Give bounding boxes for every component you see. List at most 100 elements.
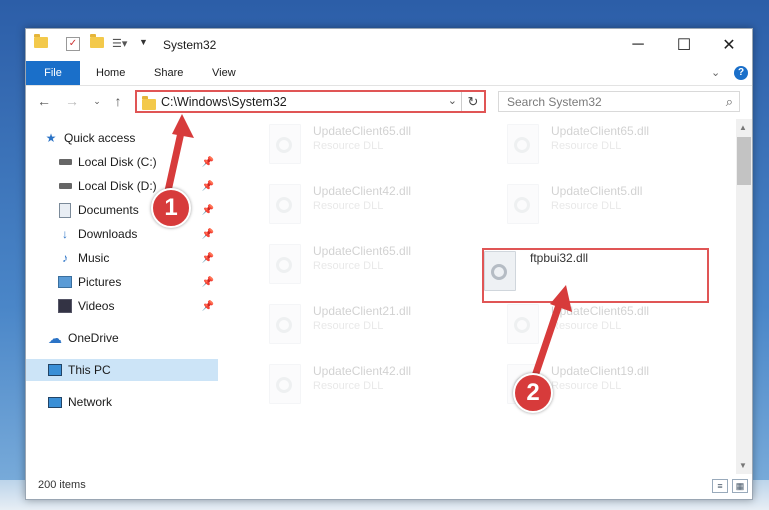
scroll-down-icon[interactable]: ▼	[739, 461, 747, 470]
documents-icon	[58, 202, 72, 218]
sidebar-item-label: Network	[68, 395, 113, 409]
status-bar: 200 items ≡ ▦	[26, 474, 752, 499]
dll-file-icon	[269, 364, 301, 404]
sidebar-item-label: Quick access	[64, 131, 136, 145]
tab-share[interactable]: Share	[144, 61, 193, 85]
folder-icon	[34, 34, 48, 48]
pin-icon: 📌	[201, 204, 214, 216]
file-name: UpdateClient65.dll	[313, 124, 412, 138]
dll-file-icon	[269, 244, 301, 284]
sidebar-item-local-disk-c[interactable]: Local Disk (C:) 📌	[58, 151, 218, 173]
details-view-icon[interactable]: ≡	[712, 479, 728, 493]
navigation-bar: ← → ⌄ ↑ C:\Windows\System32 ⌄ ↻ Search S…	[26, 86, 752, 118]
file-item[interactable]: UpdateClient5.dll Resource DLL	[479, 179, 679, 229]
large-icons-view-icon[interactable]: ▦	[732, 479, 748, 493]
computer-icon	[48, 363, 62, 377]
file-type: Resource DLL	[313, 200, 384, 212]
file-name: UpdateClient42.dll	[313, 184, 412, 198]
star-icon: ★	[45, 131, 57, 145]
scrollbar-thumb[interactable]	[737, 137, 751, 185]
sidebar-item-label: Music	[78, 251, 110, 265]
file-item[interactable]: UpdateClient21.dll Resource DLL	[241, 299, 441, 349]
drive-icon	[58, 155, 72, 169]
sidebar-item-local-disk-d[interactable]: Local Disk (D:) 📌	[58, 175, 218, 197]
pin-icon: 📌	[201, 252, 214, 264]
tab-file[interactable]: File	[26, 61, 80, 85]
file-name: UpdateClient65.dll	[551, 304, 650, 318]
address-bar[interactable]: C:\Windows\System32 ⌄ ↻	[135, 90, 486, 113]
close-button[interactable]: ✕	[706, 29, 752, 61]
sidebar-item-videos[interactable]: Videos 📌	[58, 295, 218, 317]
file-item[interactable]: UpdateClient19.dll Resource DLL	[479, 359, 679, 409]
sidebar-item-onedrive[interactable]: ☁ OneDrive	[48, 327, 218, 349]
customize-toolbar-icon[interactable]: ☰▾	[112, 37, 127, 50]
refresh-icon[interactable]: ↻	[461, 92, 484, 111]
file-type: Resource DLL	[551, 320, 622, 332]
chevron-down-icon[interactable]: ⌄	[448, 94, 457, 107]
pictures-icon	[58, 275, 72, 289]
sidebar-item-label: OneDrive	[68, 331, 119, 345]
sidebar-item-pictures[interactable]: Pictures 📌	[58, 271, 218, 293]
network-icon	[48, 395, 62, 409]
file-item[interactable]: UpdateClient65.dll Resource DLL	[241, 239, 441, 289]
file-name: UpdateClient21.dll	[313, 304, 412, 318]
recent-locations-icon[interactable]: ⌄	[89, 93, 105, 109]
dll-file-icon	[507, 124, 539, 164]
file-type: Resource DLL	[551, 200, 622, 212]
sidebar-item-network[interactable]: Network	[48, 391, 218, 413]
file-name: UpdateClient65.dll	[313, 244, 412, 258]
minimize-button[interactable]: ─	[615, 29, 661, 61]
file-item[interactable]: UpdateClient42.dll Resource DLL	[241, 359, 441, 409]
properties-icon[interactable]: ✓	[66, 37, 80, 51]
search-input[interactable]: Search System32	[507, 95, 602, 109]
dropdown-arrow-icon[interactable]: ▼	[139, 37, 148, 47]
sidebar-item-label: Pictures	[78, 275, 122, 289]
pin-icon: 📌	[201, 156, 214, 168]
pin-icon: 📌	[201, 276, 214, 288]
dll-file-icon	[507, 184, 539, 224]
pin-icon: 📌	[201, 300, 214, 312]
explorer-window: ✓ ☰▾ ▼ System32 ─ ☐ ✕ File Home Share Vi…	[25, 28, 753, 500]
sidebar-item-label: Local Disk (C:)	[78, 155, 157, 169]
sidebar-item-quick-access[interactable]: ★ Quick access	[44, 127, 236, 149]
cloud-icon: ☁	[48, 329, 62, 346]
file-item[interactable]: UpdateClient42.dll Resource DLL	[241, 179, 441, 229]
step-2-badge: 2	[513, 373, 553, 413]
file-item[interactable]: UpdateClient65.dll Resource DLL	[241, 119, 441, 169]
file-name: UpdateClient5.dll	[551, 184, 643, 198]
title-bar: ✓ ☰▾ ▼ System32 ─ ☐ ✕	[26, 29, 752, 61]
up-arrow-icon[interactable]: ↑	[110, 93, 126, 109]
item-count: 200 items	[38, 479, 86, 491]
new-folder-icon[interactable]	[90, 34, 104, 48]
file-name: UpdateClient65.dll	[551, 124, 650, 138]
search-box[interactable]: Search System32 ⌕	[498, 91, 740, 112]
dll-file-icon	[507, 304, 539, 344]
file-type: Resource DLL	[551, 380, 622, 392]
maximize-button[interactable]: ☐	[661, 29, 707, 61]
address-path[interactable]: C:\Windows\System32	[161, 95, 287, 109]
forward-arrow-icon[interactable]: →	[64, 93, 80, 109]
sidebar-item-music[interactable]: ♪ Music 📌	[58, 247, 218, 269]
dll-file-icon	[269, 184, 301, 224]
sidebar-item-label: This PC	[68, 363, 111, 377]
sidebar-item-this-pc[interactable]: This PC	[26, 359, 218, 381]
target-file-highlight	[482, 248, 709, 303]
tab-view[interactable]: View	[202, 61, 246, 85]
expand-ribbon-icon[interactable]: ⌄	[711, 66, 720, 79]
search-icon[interactable]: ⌕	[726, 94, 733, 110]
back-arrow-icon[interactable]: ←	[36, 93, 52, 109]
drive-icon	[58, 179, 72, 193]
download-icon: ↓	[62, 227, 68, 241]
window-title: System32	[163, 38, 217, 52]
file-item[interactable]: UpdateClient65.dll Resource DLL	[479, 299, 679, 349]
file-item[interactable]: UpdateClient65.dll Resource DLL	[479, 119, 679, 169]
help-icon[interactable]: ?	[734, 66, 748, 80]
sidebar-item-documents[interactable]: Documents 📌	[58, 199, 218, 221]
scroll-up-icon[interactable]: ▲	[739, 123, 747, 132]
file-name: UpdateClient19.dll	[551, 364, 650, 378]
navigation-pane: ★ Quick access Local Disk (C:) 📌 Local D…	[26, 121, 220, 474]
tab-home[interactable]: Home	[86, 61, 135, 85]
file-type: Resource DLL	[313, 260, 384, 272]
sidebar-item-downloads[interactable]: ↓ Downloads 📌	[58, 223, 218, 245]
file-type: Resource DLL	[313, 140, 384, 152]
